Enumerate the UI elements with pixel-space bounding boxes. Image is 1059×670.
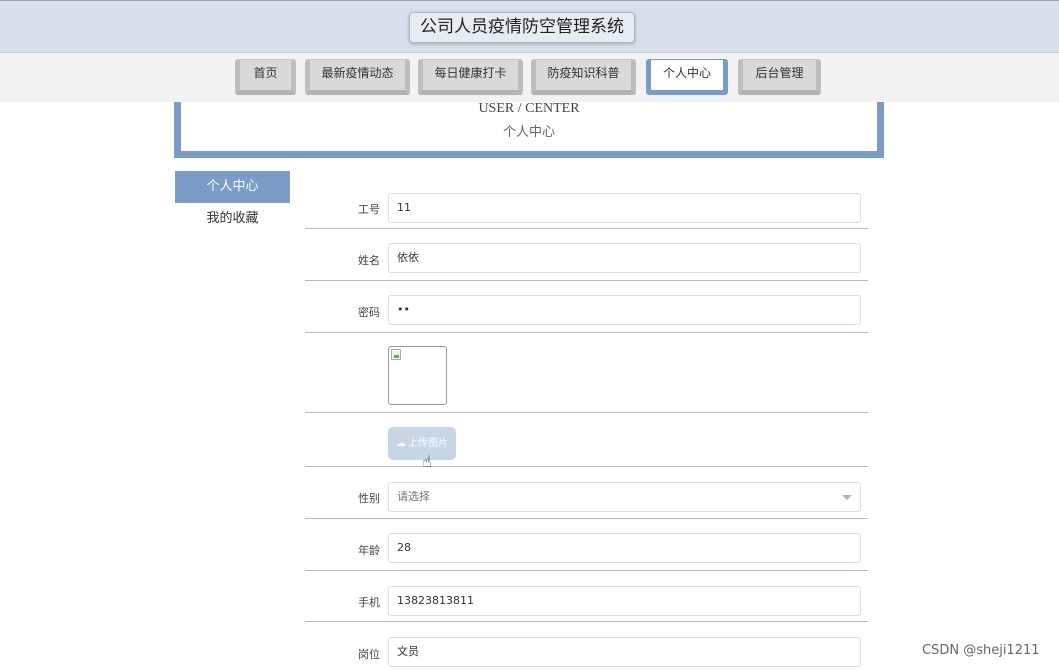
page-header-english: USER / CENTER [478,101,580,116]
chevron-down-icon [842,495,852,500]
profile-form-lower: 性别 请选择 年龄 28 手机 13823813811 岗位 文员 [305,467,868,670]
password-label: 密码 [358,306,380,319]
phone-input[interactable]: 13823813811 [388,586,861,616]
side-item-favorites[interactable]: 我的收藏 [175,203,290,235]
page-header-chinese: 个人中心 [502,125,555,140]
position-label: 岗位 [358,648,380,661]
employee-id-input[interactable]: 11 [388,193,861,223]
gender-select-value: 请选择 [397,490,430,503]
nav-user-center[interactable]: 个人中心 [646,59,728,95]
nav-daily-checkin[interactable]: 每日健康打卡 [418,59,523,95]
form-row-avatar [305,333,868,413]
form-row-position: 岗位 文员 [305,622,868,670]
nav-home[interactable]: 首页 [235,59,296,95]
employee-id-label: 工号 [358,203,380,216]
age-label: 年龄 [358,544,380,557]
phone-label: 手机 [358,596,380,609]
form-row-employee-id: 工号 11 [305,181,868,229]
form-row-phone: 手机 13823813811 [305,571,868,622]
top-banner: 公司人员疫情防空管理系统 [0,0,1059,53]
avatar-section [305,333,868,467]
side-menu: 个人中心 我的收藏 [175,171,290,235]
form-row-gender: 性别 请选择 [305,467,868,519]
position-input[interactable]: 文员 [388,637,861,667]
name-label: 姓名 [358,254,380,267]
side-item-user-center[interactable]: 个人中心 [175,171,290,203]
password-input[interactable]: •• [388,295,861,325]
profile-form: 工号 11 姓名 依依 密码 •• [305,181,868,333]
watermark: CSDN @sheji1211 [922,643,1040,658]
age-input[interactable]: 28 [388,533,861,563]
nav-admin[interactable]: 后台管理 [738,59,821,95]
form-row-age: 年龄 28 [305,519,868,571]
gender-label: 性别 [358,492,380,505]
nav-prevention-knowledge[interactable]: 防疫知识科普 [531,59,636,95]
form-row-upload [305,413,868,467]
form-row-password: 密码 •• [305,281,868,333]
gender-select[interactable]: 请选择 [388,482,861,512]
nav-latest-news[interactable]: 最新疫情动态 [305,59,410,95]
page-header-box: USER / CENTER 个人中心 [174,102,884,158]
form-row-name: 姓名 依依 [305,229,868,281]
site-title: 公司人员疫情防空管理系统 [409,12,635,43]
name-input[interactable]: 依依 [388,243,861,273]
nav-bar [0,53,1059,102]
